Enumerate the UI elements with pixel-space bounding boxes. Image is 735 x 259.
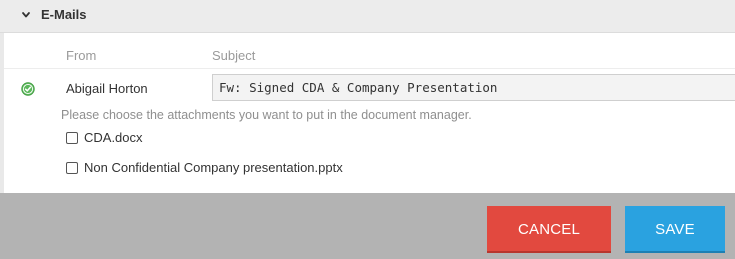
attachment-checkbox[interactable] <box>66 161 78 174</box>
emails-panel: E-Mails From Subject Abigail Horton Plea… <box>0 0 735 193</box>
cancel-button[interactable]: CANCEL <box>487 206 611 251</box>
email-from: Abigail Horton <box>66 81 148 96</box>
check-circle-icon <box>21 82 35 96</box>
left-strip <box>0 33 4 193</box>
attachment-checkbox[interactable] <box>66 131 78 144</box>
subject-input[interactable] <box>212 74 735 101</box>
emails-section-header[interactable]: E-Mails <box>0 0 735 33</box>
header-divider <box>4 68 735 69</box>
save-button[interactable]: SAVE <box>625 206 725 251</box>
chevron-down-icon[interactable] <box>21 10 31 20</box>
column-header-from: From <box>66 48 97 63</box>
column-header-subject: Subject <box>212 48 256 63</box>
section-title: E-Mails <box>41 7 87 22</box>
attachment-item[interactable]: Non Confidential Company presentation.pp… <box>66 160 343 175</box>
attachment-label: Non Confidential Company presentation.pp… <box>84 160 343 175</box>
attachment-item[interactable]: CDA.docx <box>66 130 143 145</box>
attachment-label: CDA.docx <box>84 130 143 145</box>
attachments-hint: Please choose the attachments you want t… <box>61 108 472 122</box>
